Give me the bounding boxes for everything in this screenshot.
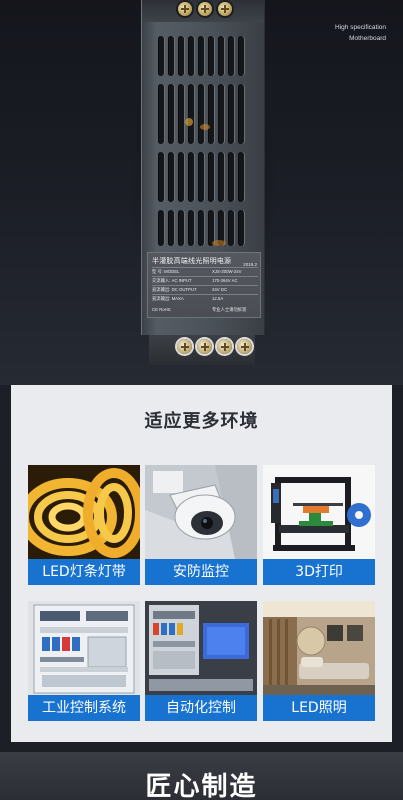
terminal-screw-icon bbox=[237, 339, 252, 354]
component-glow bbox=[200, 124, 210, 130]
vent-slot bbox=[168, 210, 174, 246]
vent-slot bbox=[158, 210, 164, 246]
label-row-value: 170-264V AC bbox=[212, 278, 238, 283]
control-cabinet-icon bbox=[28, 601, 140, 695]
vent-slot bbox=[168, 84, 174, 144]
hero-tagline-line2: Motherboard bbox=[349, 35, 386, 42]
vent-slot bbox=[218, 84, 224, 144]
vent-slot bbox=[178, 84, 184, 144]
vent-slot bbox=[208, 152, 214, 202]
vent-slot bbox=[238, 152, 244, 202]
product-label-plate: 半灌胶高端线光照明电源 2019.2 型 号: MODEL XJS-300W-2… bbox=[147, 252, 261, 318]
application-card-automation[interactable]: 自动化控制 bbox=[145, 601, 257, 721]
label-row-value: 24V DC bbox=[212, 287, 228, 292]
vent-slot bbox=[198, 210, 204, 246]
vent-slot bbox=[208, 36, 214, 76]
terminal-screw-icon bbox=[218, 2, 232, 16]
application-card-led-lighting[interactable]: LED照明 bbox=[263, 601, 375, 721]
vent-slot bbox=[228, 84, 234, 144]
psu-top-terminal-block bbox=[142, 0, 264, 22]
vent-slot bbox=[238, 84, 244, 144]
application-card-industrial-control[interactable]: 工业控制系统 bbox=[28, 601, 140, 721]
vent-slot bbox=[188, 210, 194, 246]
vent-slot bbox=[188, 84, 194, 144]
label-row-key: 直流输出: MAXA bbox=[152, 296, 184, 301]
vent-slot bbox=[168, 36, 174, 76]
vent-slot bbox=[178, 152, 184, 202]
power-supply-image: 半灌胶高端线光照明电源 2019.2 型 号: MODEL XJS-300W-2… bbox=[141, 0, 265, 335]
application-card-label: LED灯条灯带 bbox=[28, 559, 140, 585]
vent-slot bbox=[228, 210, 234, 246]
vent-slot bbox=[238, 210, 244, 246]
vent-slot bbox=[158, 152, 164, 202]
label-row-value: XJS-300W-24V bbox=[212, 269, 242, 274]
room-lighting-icon bbox=[263, 601, 375, 695]
vent-slot bbox=[158, 36, 164, 76]
vent-slot bbox=[228, 152, 234, 202]
terminal-screw-icon bbox=[197, 339, 212, 354]
vent-slot bbox=[238, 36, 244, 76]
application-card-label: 自动化控制 bbox=[145, 695, 257, 721]
automation-icon bbox=[145, 601, 257, 695]
led-strip-icon bbox=[28, 465, 140, 559]
label-row: 直流输出: MAXA 12.5A bbox=[152, 294, 258, 303]
vent-slot bbox=[198, 152, 204, 202]
application-card-led-strip[interactable]: LED灯条灯带 bbox=[28, 465, 140, 585]
label-plate-title: 半灌胶高端线光照明电源 bbox=[152, 257, 232, 265]
bottom-banner: 匠心制造 bbox=[0, 752, 403, 800]
application-card-label: 安防监控 bbox=[145, 559, 257, 585]
component-glow bbox=[185, 118, 193, 126]
hero-section: High specification Motherboard 半灌胶高端线光照明… bbox=[0, 0, 403, 385]
ventilation-slots bbox=[158, 36, 248, 246]
vent-slot bbox=[218, 36, 224, 76]
vent-slot bbox=[178, 210, 184, 246]
terminal-screw-icon bbox=[198, 2, 212, 16]
application-card-label: LED照明 bbox=[263, 695, 375, 721]
label-warning: 专业人士请勿拆装 bbox=[212, 307, 247, 312]
banner-title: 匠心制造 bbox=[145, 772, 258, 800]
applications-panel: 适应更多环境 LED灯条灯带 安防监控 3D打印 工业控制系统 自动化控制 LE… bbox=[11, 385, 392, 742]
hero-tagline: High specification Motherboard bbox=[335, 22, 386, 44]
label-row: 型 号: MODEL XJS-300W-24V bbox=[152, 267, 258, 276]
vent-slot bbox=[168, 152, 174, 202]
terminal-screw-icon bbox=[178, 2, 192, 16]
application-card-3d-printing[interactable]: 3D打印 bbox=[263, 465, 375, 585]
coil-glow bbox=[212, 240, 226, 246]
label-row: 直流输出: DC OUTPUT 24V DC bbox=[152, 285, 258, 294]
label-row-value: 12.5A bbox=[212, 296, 224, 301]
applications-title: 适应更多环境 bbox=[144, 411, 259, 432]
application-card-label: 3D打印 bbox=[263, 559, 375, 585]
security-camera-icon bbox=[145, 465, 257, 559]
vent-slot bbox=[228, 36, 234, 76]
vent-slot bbox=[158, 84, 164, 144]
application-card-security[interactable]: 安防监控 bbox=[145, 465, 257, 585]
vent-slot bbox=[188, 152, 194, 202]
vent-slot bbox=[198, 36, 204, 76]
label-row-key: 直流输出: DC OUTPUT bbox=[152, 287, 197, 292]
vent-slot bbox=[188, 36, 194, 76]
application-card-label: 工业控制系统 bbox=[28, 695, 140, 721]
terminal-screw-icon bbox=[177, 339, 192, 354]
label-row-key: 交流输入: AC INPUT bbox=[152, 278, 192, 283]
vent-slot bbox=[198, 84, 204, 144]
vent-slot bbox=[178, 36, 184, 76]
vent-slot bbox=[208, 84, 214, 144]
label-row-key: 型 号: MODEL bbox=[152, 269, 180, 274]
3d-printer-icon bbox=[263, 465, 375, 559]
terminal-screw-icon bbox=[217, 339, 232, 354]
certification-marks: CE RoHS bbox=[152, 307, 171, 312]
hero-tagline-line1: High specification bbox=[335, 24, 386, 31]
label-row: 交流输入: AC INPUT 170-264V AC bbox=[152, 276, 258, 285]
vent-slot bbox=[218, 152, 224, 202]
